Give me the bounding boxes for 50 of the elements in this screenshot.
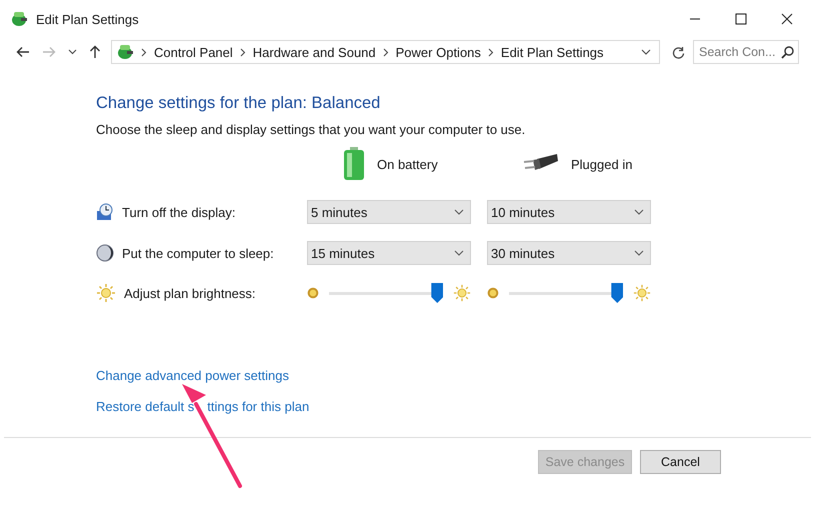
battery-icon bbox=[343, 147, 365, 181]
chevron-down-icon[interactable] bbox=[68, 49, 77, 55]
power-options-icon bbox=[10, 10, 28, 28]
dropdown[interactable]: 5 minutes bbox=[307, 200, 471, 224]
moon-icon bbox=[96, 244, 114, 262]
close-icon[interactable] bbox=[781, 13, 793, 25]
dropdown[interactable]: 15 minutes bbox=[307, 241, 471, 265]
dim-sun-icon bbox=[487, 287, 499, 299]
power-options-icon bbox=[116, 43, 134, 61]
breadcrumb[interactable]: Control Panel bbox=[154, 44, 233, 60]
breadcrumb[interactable]: Hardware and Sound bbox=[252, 44, 376, 60]
link[interactable]: Change advanced power settings bbox=[96, 368, 289, 383]
column-label: On battery bbox=[377, 156, 438, 172]
column-label: Plugged in bbox=[571, 156, 632, 172]
up-arrow-icon[interactable] bbox=[89, 45, 101, 59]
refresh-icon[interactable] bbox=[672, 46, 685, 58]
link[interactable]: Restore default s bbox=[96, 399, 194, 414]
chevron-down-icon bbox=[454, 250, 464, 256]
slider-thumb[interactable] bbox=[431, 283, 444, 303]
dropdown[interactable]: 10 minutes bbox=[487, 200, 651, 224]
chevron-down-icon bbox=[634, 250, 644, 256]
page-heading: Change settings for the plan: Balanced bbox=[96, 94, 382, 113]
sun-icon bbox=[453, 284, 471, 302]
slider-thumb[interactable] bbox=[611, 283, 624, 303]
address-bar[interactable]: Control Panel Hardware and Sound Power Options Edit Plan Settings bbox=[111, 40, 660, 64]
window-title: Edit Plan Settings bbox=[36, 12, 139, 26]
chevron-right-icon bbox=[382, 48, 389, 56]
sun-icon bbox=[96, 283, 116, 303]
description-text: Choose the sleep and display settings that you want your computer to use. bbox=[96, 122, 526, 137]
breadcrumb[interactable]: Edit Plan Settings bbox=[500, 44, 604, 60]
chevron-right-icon bbox=[488, 48, 494, 56]
chevron-down-icon[interactable] bbox=[641, 49, 651, 55]
setting-label: Turn off the display: bbox=[122, 204, 236, 220]
cancel-button[interactable]: Cancel bbox=[640, 450, 721, 474]
chevron-right-icon bbox=[141, 48, 147, 56]
dim-sun-icon bbox=[307, 287, 319, 299]
chevron-right-icon bbox=[240, 48, 246, 56]
sun-icon bbox=[633, 284, 651, 302]
chevron-down-icon bbox=[634, 209, 644, 215]
chevron-down-icon bbox=[454, 209, 464, 215]
search-field[interactable]: Search Con... bbox=[693, 40, 799, 64]
dropdown[interactable]: 30 minutes bbox=[487, 241, 651, 265]
maximize-icon[interactable] bbox=[735, 13, 747, 25]
link[interactable]: ttings for this plan bbox=[207, 399, 310, 414]
setting-label: Adjust plan brightness: bbox=[124, 286, 256, 300]
search-icon[interactable] bbox=[781, 46, 794, 59]
setting-label: Put the computer to sleep: bbox=[122, 246, 274, 260]
clock-monitor-icon bbox=[96, 203, 114, 221]
breadcrumb[interactable]: Power Options bbox=[396, 44, 481, 60]
back-arrow-icon[interactable] bbox=[16, 46, 30, 58]
